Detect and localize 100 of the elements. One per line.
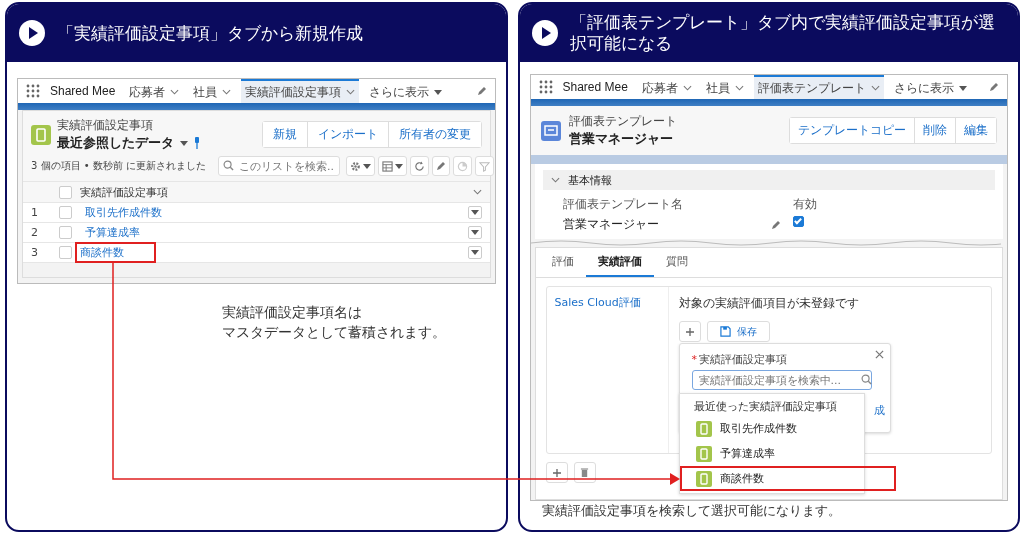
save-button[interactable]: 保存 <box>706 321 770 342</box>
record-link[interactable]: 予算達成率 <box>80 222 145 243</box>
row-number: 2 <box>31 226 39 239</box>
field-checkbox[interactable] <box>792 216 804 227</box>
chevron-icon <box>734 85 744 91</box>
save-icon <box>719 326 731 337</box>
nav-tab[interactable]: 応募者 <box>637 75 696 99</box>
delete-button[interactable] <box>573 462 596 483</box>
display-button[interactable] <box>378 156 407 176</box>
pencil-icon <box>436 161 446 171</box>
row-menu-button[interactable] <box>467 246 482 259</box>
gear-icon <box>350 160 361 172</box>
dropdown-option[interactable]: 取引先作成件数 <box>679 416 864 441</box>
action-button[interactable]: 編集 <box>955 118 996 143</box>
field-value: 営業マネージャー <box>562 216 660 233</box>
tab[interactable]: 質問 <box>653 248 700 277</box>
chevron-icon <box>870 85 880 91</box>
note-text: 実績評価設定事項名は マスタデータとして蓄積されます。 <box>222 303 447 342</box>
link-fragment[interactable]: 成 <box>873 403 885 418</box>
row-checkbox[interactable] <box>59 226 72 239</box>
field-label: 評価表テンプレート名 <box>562 196 684 213</box>
dropdown-heading: 最近使った実績評価設定事項 <box>692 399 838 415</box>
row-menu-button[interactable] <box>467 226 482 239</box>
tab[interactable]: 評価 <box>539 248 586 277</box>
panel-title: 「評価表テンプレート」タブ内で実績評価設定事項が選択可能になる <box>569 12 996 54</box>
row-checkbox[interactable] <box>59 246 72 259</box>
select-all-checkbox[interactable] <box>59 185 72 199</box>
app-name: Shared Mee <box>50 84 116 98</box>
nav-tab[interactable]: 評価表テンプレート <box>753 75 884 99</box>
document-icon <box>31 124 51 145</box>
document-icon <box>695 470 712 487</box>
dropdown-option[interactable]: 商談件数 <box>679 466 896 491</box>
caret-icon <box>958 85 967 91</box>
row-menu-button[interactable] <box>467 206 482 219</box>
caret-icon <box>434 89 443 95</box>
section-header[interactable]: 基本情報 <box>542 170 995 190</box>
row-number: 1 <box>31 206 39 219</box>
record-name: 営業マネージャー <box>568 130 674 148</box>
filter-button[interactable] <box>475 156 494 176</box>
caret-icon <box>395 163 403 169</box>
document-icon <box>695 445 712 462</box>
object-label: 評価表テンプレート <box>568 113 677 130</box>
caption-text: 実績評価設定事項を検索して選択可能になります。 <box>541 502 842 520</box>
more-tab[interactable]: さらに表示 <box>889 75 971 99</box>
record-link[interactable]: 取引先作成件数 <box>80 202 167 223</box>
plus-icon <box>551 467 562 478</box>
sidebar-link[interactable]: Sales Cloud評価 <box>554 296 641 309</box>
caret-icon <box>470 230 479 235</box>
template-icon <box>540 120 561 141</box>
nav-tab[interactable]: 応募者 <box>125 79 184 103</box>
field-label: 有効 <box>792 196 817 213</box>
field-label: 実績評価設定事項 <box>699 353 787 366</box>
close-button[interactable] <box>873 349 885 360</box>
list-status: 3 個の項目 • 数秒前 に更新されました <box>31 159 206 173</box>
chevron-icon <box>222 89 232 95</box>
tab[interactable]: 実績評価 <box>585 248 654 277</box>
chevron-icon <box>550 177 560 183</box>
plus-icon <box>684 326 695 337</box>
app-launcher-icon <box>26 84 40 98</box>
nav-tab[interactable]: 実績評価設定事項 <box>241 79 360 103</box>
caret-icon <box>470 250 479 255</box>
empty-message: 対象の実績評価項目が未登録です <box>678 295 860 312</box>
dropdown-option[interactable]: 予算達成率 <box>679 441 864 466</box>
column-header: 実績評価設定事項 <box>80 184 168 200</box>
nav-tab[interactable]: 社員 <box>189 79 236 103</box>
edit-icon <box>476 86 487 96</box>
add-button[interactable] <box>678 321 701 342</box>
chevron-icon <box>682 85 692 91</box>
search-field[interactable]: 実績評価設定事項を検索中... <box>691 370 872 390</box>
document-icon <box>695 420 712 437</box>
edit-button[interactable] <box>432 156 450 176</box>
record-link[interactable]: 商談件数 <box>75 242 156 263</box>
object-label: 実績評価設定事項 <box>57 117 154 134</box>
caret-icon <box>363 163 371 169</box>
settings-button[interactable] <box>346 156 375 176</box>
chevron-icon <box>170 89 180 95</box>
close-icon <box>874 350 884 359</box>
caret-icon <box>180 140 188 146</box>
refresh-button[interactable] <box>410 156 429 176</box>
add-button[interactable] <box>545 462 568 483</box>
action-button[interactable]: 所有者の変更 <box>387 122 481 147</box>
edit-icon <box>770 219 781 230</box>
filter-icon <box>479 160 490 172</box>
edit-icon <box>989 82 999 92</box>
more-tab[interactable]: さらに表示 <box>365 79 447 103</box>
panel-title: 「実績評価設定事項」タブから新規作成 <box>57 22 363 44</box>
search-icon <box>860 374 872 385</box>
app-launcher-icon <box>538 80 553 94</box>
required-mark: * <box>691 353 697 366</box>
row-checkbox[interactable] <box>59 206 72 219</box>
search-icon <box>223 160 234 171</box>
list-view-name[interactable]: 最近参照したデータ <box>57 134 174 152</box>
play-icon <box>531 20 558 46</box>
table-icon <box>382 160 393 172</box>
app-name: Shared Mee <box>562 80 628 94</box>
chevron-icon <box>346 89 356 95</box>
row-number: 3 <box>31 246 39 259</box>
trash-icon <box>580 467 589 478</box>
nav-tab[interactable]: 社員 <box>701 75 748 99</box>
refresh-icon <box>414 160 425 172</box>
